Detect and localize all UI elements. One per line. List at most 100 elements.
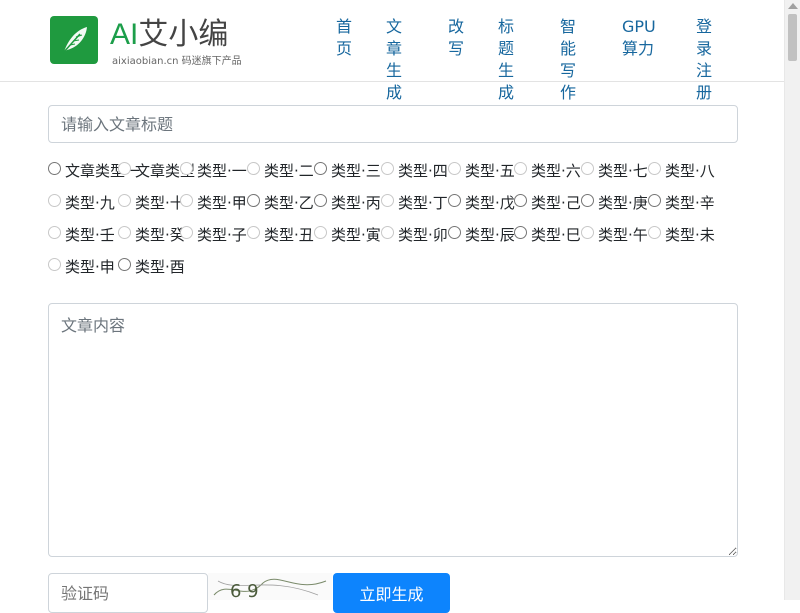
radio-button[interactable] [448, 225, 461, 239]
option-21[interactable]: 类型·壬 [48, 222, 115, 246]
radio-button[interactable] [48, 225, 61, 239]
option-25[interactable]: 类型·寅 [314, 222, 381, 246]
option-3[interactable]: 类型·一 [180, 158, 247, 182]
radio-button[interactable] [314, 193, 327, 207]
option-label: 类型·辰 [465, 225, 515, 244]
option-30[interactable]: 类型·未 [648, 222, 715, 246]
radio-button[interactable] [180, 225, 193, 239]
option-16[interactable]: 类型·丁 [381, 190, 448, 214]
site-logo[interactable]: AI艾小编 aixiaobian.cn 码迷旗下产品 [50, 16, 260, 67]
radio-button[interactable] [648, 225, 661, 239]
radio-button[interactable] [648, 193, 661, 207]
option-label: 类型·未 [665, 225, 715, 244]
radio-button[interactable] [381, 225, 394, 239]
option-label: 类型·二 [264, 161, 314, 180]
scroll-up-arrow-icon[interactable] [788, 3, 798, 9]
option-15[interactable]: 类型·丙 [314, 190, 381, 214]
radio-button[interactable] [180, 193, 193, 207]
radio-button[interactable] [48, 193, 61, 207]
radio-button[interactable] [247, 193, 260, 207]
option-31[interactable]: 类型·申 [48, 254, 115, 278]
option-28[interactable]: 类型·巳 [514, 222, 581, 246]
option-13[interactable]: 类型·甲 [180, 190, 247, 214]
radio-button[interactable] [514, 225, 527, 239]
content-textarea[interactable] [48, 303, 738, 557]
radio-button[interactable] [180, 161, 193, 175]
radio-button[interactable] [314, 161, 327, 175]
radio-button[interactable] [247, 225, 260, 239]
option-label: 类型·戊 [465, 193, 515, 212]
option-20[interactable]: 类型·辛 [648, 190, 715, 214]
radio-button[interactable] [118, 193, 131, 207]
option-label: 类型·丁 [398, 193, 448, 212]
feather-logo-icon [50, 16, 98, 64]
option-18[interactable]: 类型·己 [514, 190, 581, 214]
radio-button[interactable] [48, 161, 61, 175]
scroll-thumb[interactable] [788, 14, 797, 61]
radio-button[interactable] [648, 161, 661, 175]
page-scrollbar[interactable] [784, 0, 800, 600]
radio-button[interactable] [381, 193, 394, 207]
radio-button[interactable] [247, 161, 260, 175]
option-26[interactable]: 类型·卯 [381, 222, 448, 246]
option-7[interactable]: 类型·五 [448, 158, 515, 182]
option-4[interactable]: 类型·二 [247, 158, 314, 182]
option-label: 类型·癸 [135, 225, 185, 244]
option-22[interactable]: 类型·癸 [118, 222, 185, 246]
option-label: 类型·子 [197, 225, 247, 244]
nav-login[interactable]: 登录注册 [696, 16, 720, 104]
option-24[interactable]: 类型·丑 [247, 222, 314, 246]
option-label: 类型·四 [398, 161, 448, 180]
option-17[interactable]: 类型·戊 [448, 190, 515, 214]
radio-button[interactable] [314, 225, 327, 239]
option-32[interactable]: 类型·酉 [118, 254, 185, 278]
option-23[interactable]: 类型·子 [180, 222, 247, 246]
captcha-input[interactable] [48, 573, 208, 613]
generate-button[interactable]: 立即生成 [333, 573, 450, 613]
nav-home[interactable]: 首页 [336, 16, 352, 60]
option-label: 类型·七 [598, 161, 648, 180]
option-12[interactable]: 类型·十 [118, 190, 185, 214]
radio-button[interactable] [514, 161, 527, 175]
title-input[interactable] [48, 105, 738, 143]
option-label: 类型·十 [135, 193, 185, 212]
radio-button[interactable] [448, 193, 461, 207]
option-label: 类型·午 [598, 225, 648, 244]
radio-button[interactable] [118, 257, 131, 271]
option-11[interactable]: 类型·九 [48, 190, 115, 214]
nav-gpu[interactable]: GPU算力 [622, 16, 658, 60]
radio-button[interactable] [581, 161, 594, 175]
option-9[interactable]: 类型·七 [581, 158, 648, 182]
radio-button[interactable] [381, 161, 394, 175]
option-label: 类型·乙 [264, 193, 314, 212]
radio-button[interactable] [48, 257, 61, 271]
option-29[interactable]: 类型·午 [581, 222, 648, 246]
option-label: 类型·申 [65, 257, 115, 276]
radio-button[interactable] [581, 225, 594, 239]
option-5[interactable]: 类型·三 [314, 158, 381, 182]
radio-button[interactable] [448, 161, 461, 175]
captcha-image[interactable]: 6 9 [208, 573, 332, 600]
option-6[interactable]: 类型·四 [381, 158, 448, 182]
option-label: 类型·酉 [135, 257, 185, 276]
option-label: 类型·五 [465, 161, 515, 180]
nav-title-generate[interactable]: 标题生成 [498, 16, 522, 104]
radio-button[interactable] [118, 161, 131, 175]
logo-title: AI艾小编 [110, 17, 228, 53]
option-label: 类型·三 [331, 161, 381, 180]
captcha-text: 6 9 [230, 581, 259, 600]
radio-button[interactable] [514, 193, 527, 207]
option-14[interactable]: 类型·乙 [247, 190, 314, 214]
radio-button[interactable] [118, 225, 131, 239]
option-19[interactable]: 类型·庚 [581, 190, 648, 214]
nav-article-generate[interactable]: 文章生成 [386, 16, 410, 104]
option-10[interactable]: 类型·八 [648, 158, 715, 182]
option-27[interactable]: 类型·辰 [448, 222, 515, 246]
option-label: 类型·八 [665, 161, 715, 180]
option-8[interactable]: 类型·六 [514, 158, 581, 182]
nav-smart-writing[interactable]: 智能写作 [560, 16, 584, 104]
option-label: 类型·己 [531, 193, 581, 212]
radio-button[interactable] [581, 193, 594, 207]
nav-rewrite[interactable]: 改写 [448, 16, 464, 60]
option-label: 类型·一 [197, 161, 247, 180]
